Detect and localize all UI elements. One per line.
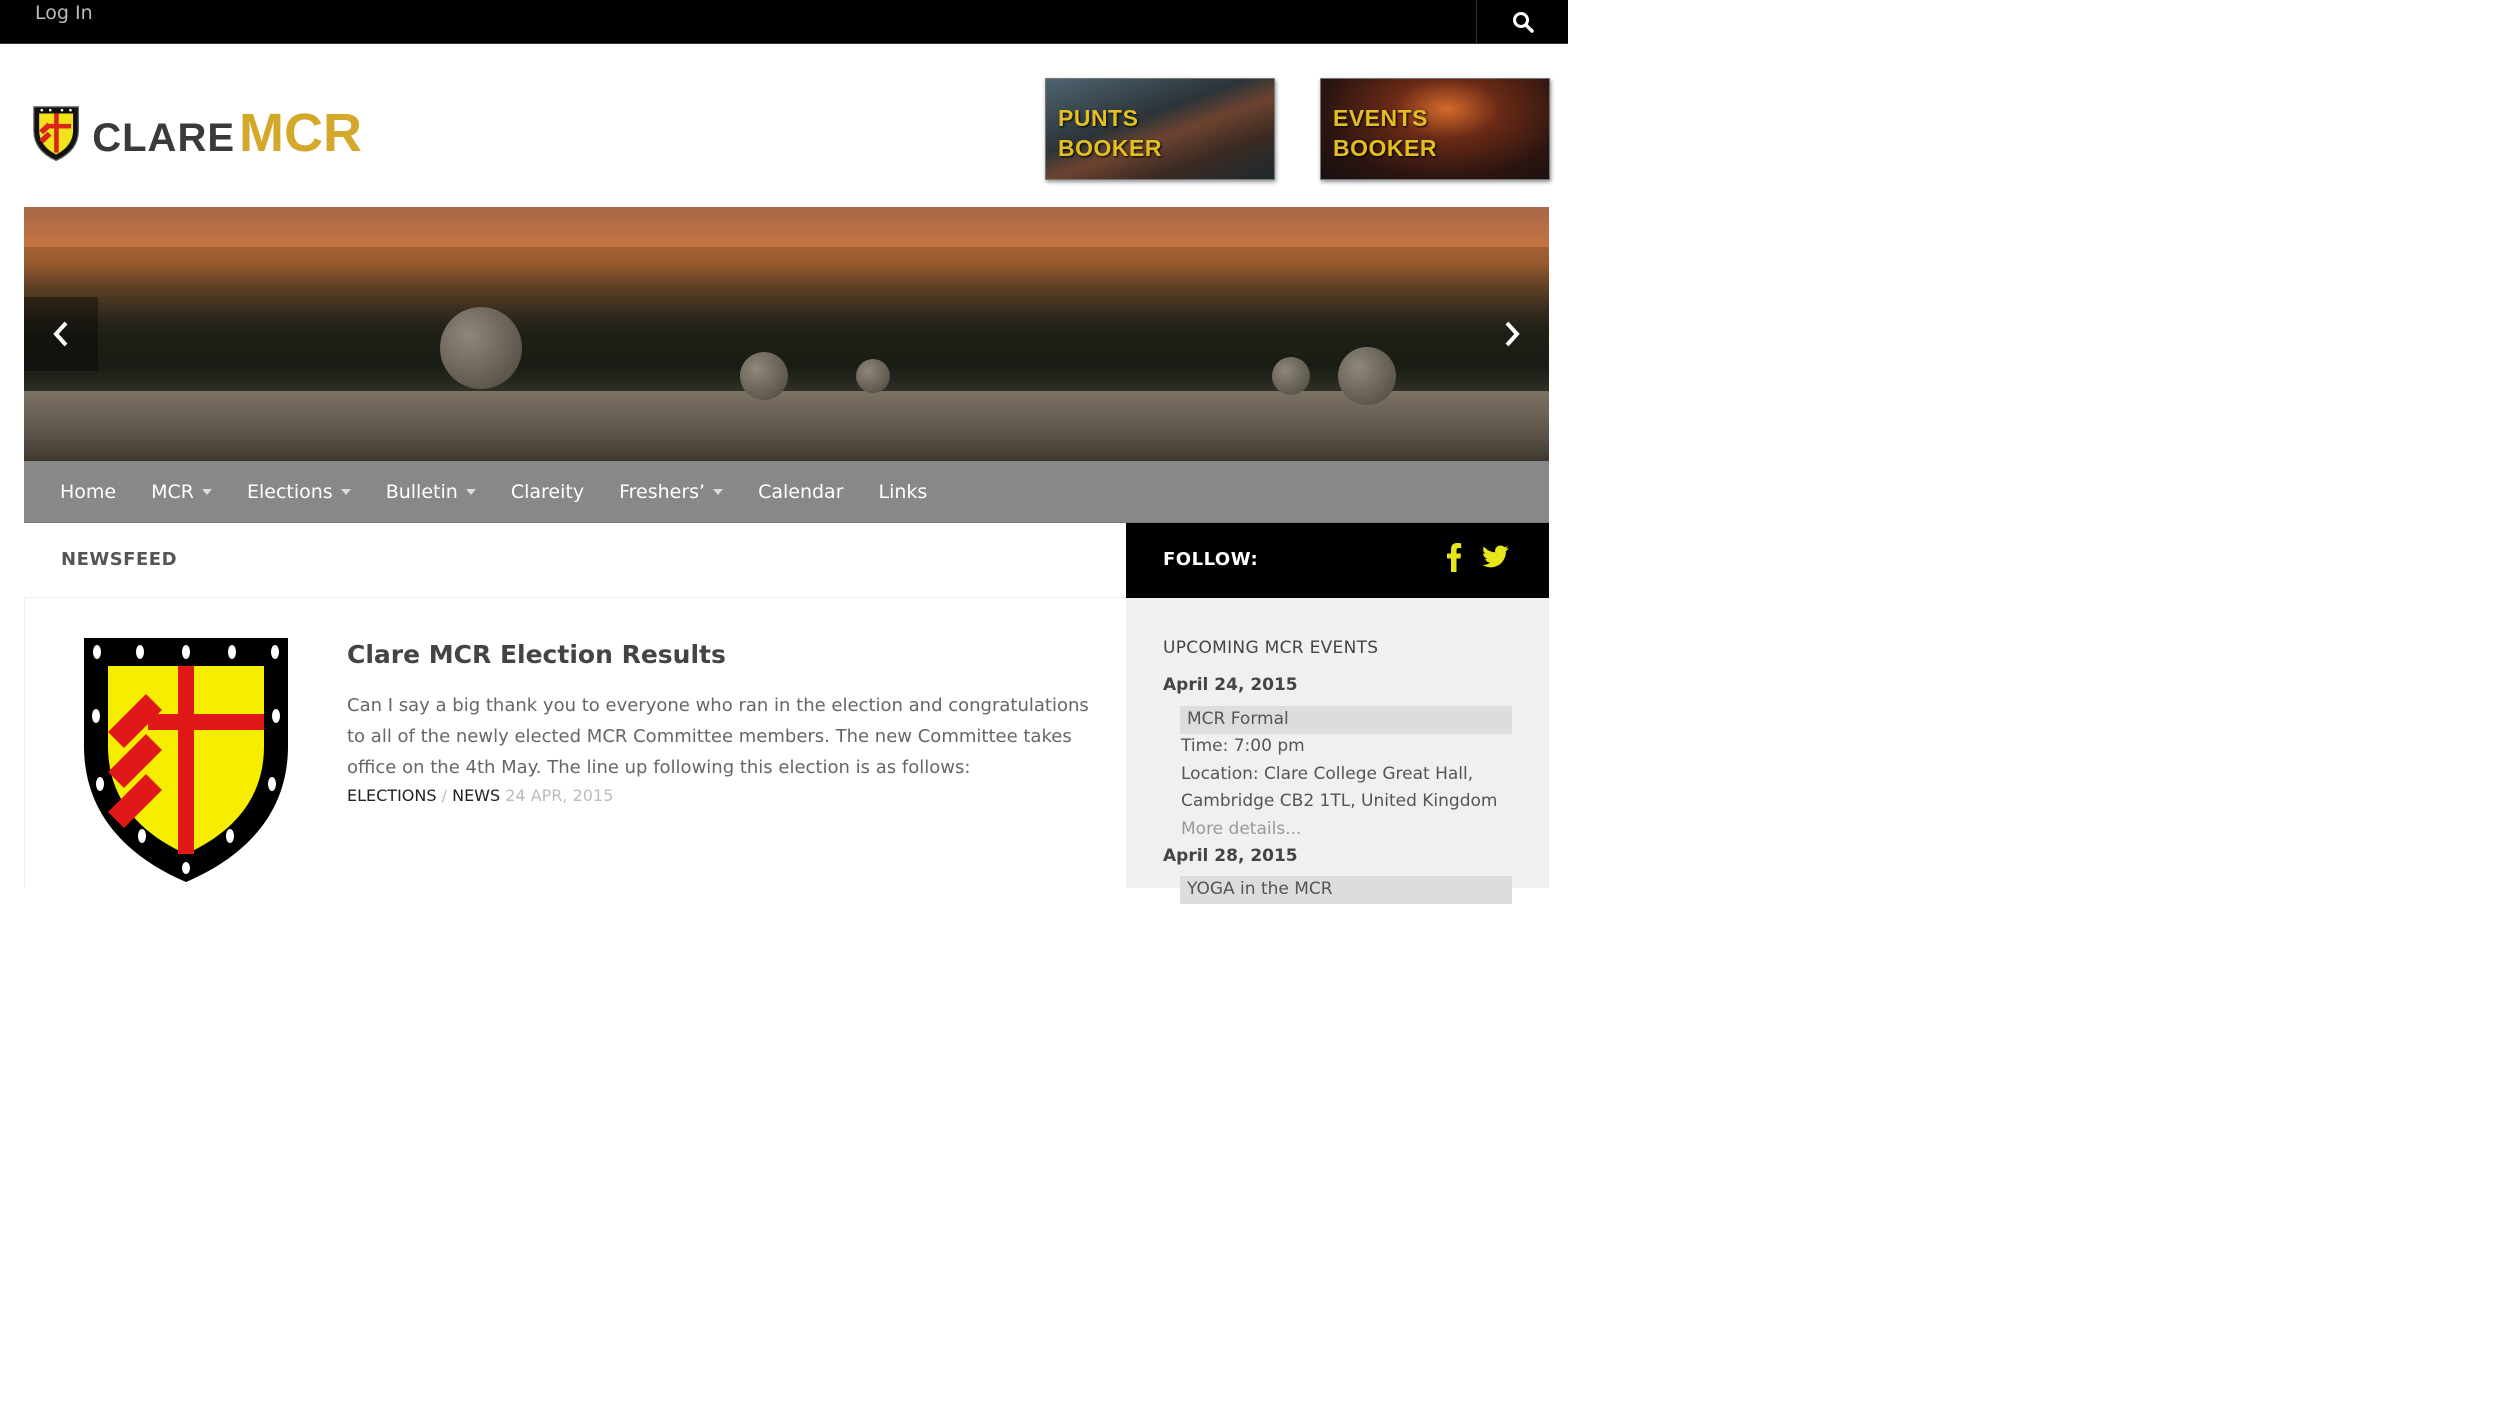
slider-next-button[interactable] (1475, 297, 1549, 371)
events-booker-banner[interactable]: EVENTS BOOKER (1320, 78, 1550, 180)
site-name: CLAREMCR (92, 102, 362, 164)
hero-stone-ball (440, 307, 522, 389)
post-thumbnail[interactable] (82, 636, 290, 884)
event-more-details-link[interactable]: More details... (1181, 819, 1301, 839)
punts-booker-line1: PUNTS (1058, 105, 1139, 131)
nav-item-label: Elections (246, 481, 333, 503)
follow-label: FOLLOW: (1163, 549, 1259, 570)
punts-booker-banner[interactable]: PUNTS BOOKER (1045, 78, 1275, 180)
event-time: Time: 7:00 pm (1181, 736, 1305, 756)
post-date: 24 APR, 2015 (505, 786, 614, 805)
follow-bar: FOLLOW: (1126, 523, 1549, 598)
category-link-elections[interactable]: ELECTIONS (347, 786, 437, 805)
nav-item-label: Freshers’ (619, 481, 706, 503)
event-title-link[interactable]: YOGA in the MCR (1180, 876, 1512, 904)
event-location-line2: Cambridge CB2 1TL, United Kingdom (1181, 791, 1498, 811)
shield-logo-icon (33, 106, 79, 162)
login-link[interactable]: Log In (35, 2, 93, 24)
event-date: April 24, 2015 (1163, 675, 1298, 695)
event-date: April 28, 2015 (1163, 846, 1298, 866)
site-name-clare: CLARE (92, 116, 236, 160)
nav-item-label: MCR (151, 481, 194, 503)
site-logo[interactable]: CLAREMCR (32, 88, 362, 178)
content-divider (24, 598, 25, 888)
nav-item-label: Clareity (510, 481, 585, 503)
nav-item-links[interactable]: Links (879, 481, 928, 503)
nav-item-label: Bulletin (385, 481, 458, 503)
hero-slider-image (24, 207, 1549, 461)
event-location-line1: Location: Clare College Great Hall, (1181, 764, 1474, 784)
caret-down-icon (201, 489, 212, 495)
nav-item-bulletin[interactable]: Bulletin (386, 481, 476, 503)
hero-stone-ball (740, 352, 788, 400)
search-button[interactable] (1476, 0, 1568, 44)
site-name-mcr: MCR (239, 103, 362, 163)
nav-item-mcr[interactable]: MCR (151, 481, 212, 503)
nav-item-elections[interactable]: Elections (247, 481, 351, 503)
main-navigation: Home MCR Elections Bulletin Clareity Fre… (24, 461, 1549, 523)
nav-item-home[interactable]: Home (60, 481, 116, 503)
newsfeed-header: NEWSFEED (24, 523, 1126, 598)
sidebar: UPCOMING MCR EVENTS April 24, 2015 MCR F… (1126, 598, 1549, 904)
hero-stone-ball (1338, 347, 1396, 405)
nav-item-label: Home (60, 481, 117, 503)
events-booker-line1: EVENTS (1333, 105, 1429, 131)
event-title-link[interactable]: MCR Formal (1180, 706, 1512, 734)
caret-down-icon (713, 489, 724, 495)
facebook-icon[interactable] (1446, 542, 1462, 572)
post-meta: ELECTIONS / NEWS 24 APR, 2015 (347, 786, 613, 805)
punts-booker-label: PUNTS BOOKER (1058, 103, 1162, 163)
punts-booker-line2: BOOKER (1058, 135, 1162, 161)
nav-item-label: Calendar (758, 481, 844, 503)
newsfeed-heading: NEWSFEED (61, 549, 178, 570)
events-booker-label: EVENTS BOOKER (1333, 103, 1437, 163)
hero-bridge-railing (24, 391, 1549, 461)
twitter-icon[interactable] (1482, 545, 1510, 569)
upcoming-events-title: UPCOMING MCR EVENTS (1163, 638, 1379, 658)
events-booker-line2: BOOKER (1333, 135, 1437, 161)
post-title[interactable]: Clare MCR Election Results (347, 640, 726, 669)
post-excerpt: Can I say a big thank you to everyone wh… (347, 695, 1089, 778)
caret-down-icon (465, 489, 476, 495)
category-link-news[interactable]: NEWS (452, 786, 500, 805)
nav-item-label: Links (878, 481, 928, 503)
category-separator: / (441, 786, 447, 805)
nav-item-freshers[interactable]: Freshers’ (619, 481, 724, 503)
caret-down-icon (340, 489, 351, 495)
chevron-right-icon (1505, 321, 1520, 347)
slider-prev-button[interactable] (24, 297, 98, 371)
nav-item-clareity[interactable]: Clareity (511, 481, 584, 503)
hero-stone-ball (1272, 357, 1310, 395)
top-bar: Log In (0, 0, 1568, 44)
nav-item-calendar[interactable]: Calendar (758, 481, 843, 503)
search-icon (1512, 12, 1534, 33)
chevron-left-icon (53, 321, 68, 347)
hero-stone-ball (856, 359, 890, 393)
clare-crest-icon (84, 638, 288, 882)
